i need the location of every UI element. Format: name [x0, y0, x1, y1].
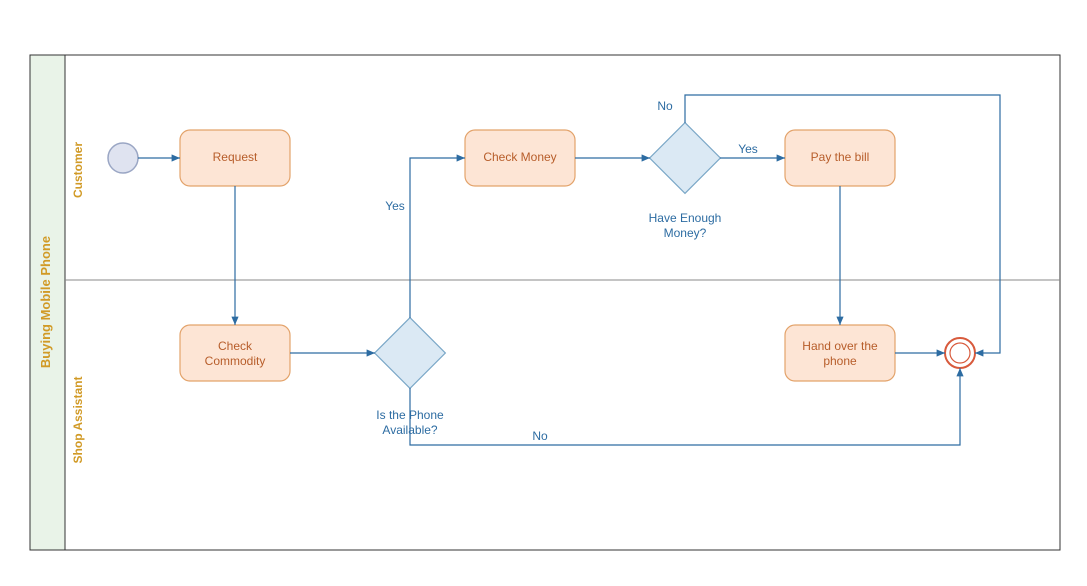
label-enoughmoney-yes: Yes — [738, 142, 758, 156]
task-hand-over-label-l1: Hand over the — [802, 339, 878, 353]
bpmn-canvas: Buying Mobile Phone Customer Shop Assist… — [0, 0, 1087, 586]
lane-title-assistant: Shop Assistant — [71, 377, 85, 464]
label-enoughmoney-no: No — [657, 99, 673, 113]
gateway-phone-available — [375, 318, 446, 389]
task-pay-bill-label: Pay the bill — [811, 150, 870, 164]
task-hand-over-label-l2: phone — [823, 354, 857, 368]
task-check-money-label: Check Money — [483, 150, 556, 164]
label-phoneavail-yes: Yes — [385, 199, 405, 213]
gateway-enough-money-label-l2: Money? — [664, 226, 707, 240]
bpmn-svg: Buying Mobile Phone Customer Shop Assist… — [0, 0, 1087, 586]
pool-title: Buying Mobile Phone — [38, 236, 53, 368]
task-request-label: Request — [213, 150, 258, 164]
flow-phoneavail-yes — [410, 158, 465, 318]
task-check-commodity-label-l1: Check — [218, 339, 253, 353]
start-event — [108, 143, 138, 173]
task-check-commodity-label-l2: Commodity — [205, 354, 266, 368]
lane-title-customer: Customer — [71, 142, 85, 198]
label-phoneavail-no: No — [532, 429, 548, 443]
gateway-enough-money-label-l1: Have Enough — [649, 211, 722, 225]
gateway-enough-money — [650, 123, 721, 194]
pool-body — [65, 55, 1060, 550]
